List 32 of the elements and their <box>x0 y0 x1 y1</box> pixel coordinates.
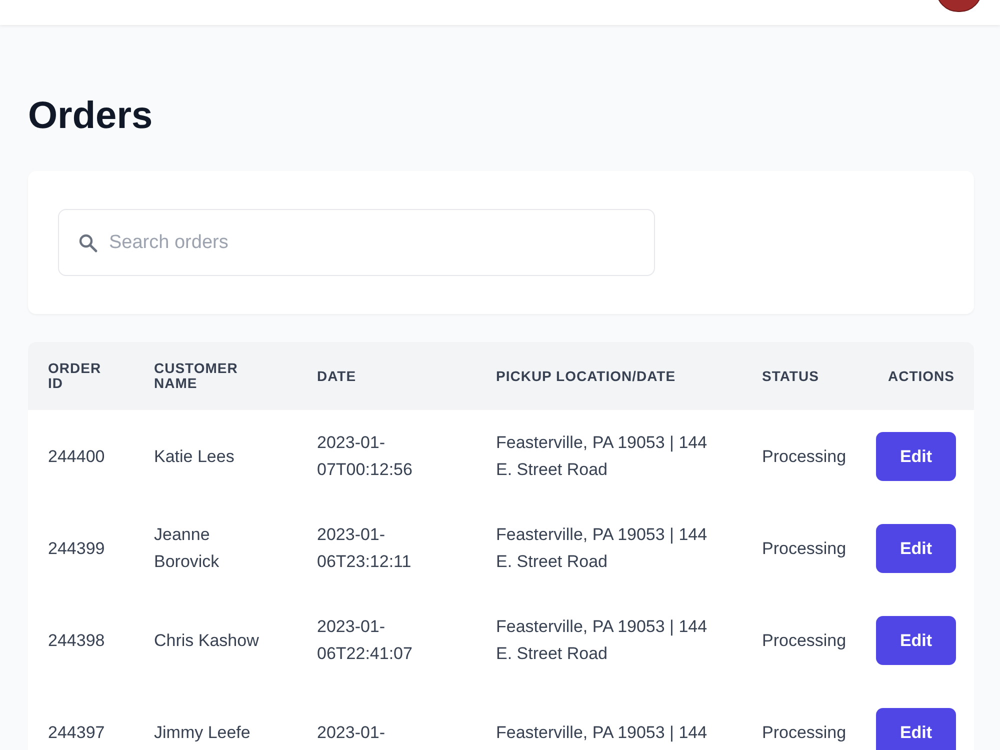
pickup-location-cell-text: Feasterville, PA 19053 | 144 <box>495 722 708 744</box>
column-header: PICKUP LOCATION/DATE <box>476 342 742 410</box>
edit-button[interactable]: Edit <box>876 708 956 750</box>
order-id-cell-text: 244399 <box>47 538 106 560</box>
status-cell-text: Processing <box>761 538 848 560</box>
order-id-cell: 244400 <box>28 410 134 502</box>
pickup-location-cell-text: Feasterville, PA 19053 | 144 E. Street Road <box>495 616 708 665</box>
status-cell-text: Processing <box>761 630 848 652</box>
column-header: DATE <box>297 342 476 410</box>
customer-name-cell-text: Jimmy Leefe <box>153 722 252 744</box>
column-header: CUSTOMER NAME <box>134 342 297 410</box>
column-header: ORDER ID <box>28 342 134 410</box>
column-header: STATUS <box>742 342 868 410</box>
pickup-location-cell-text: Feasterville, PA 19053 | 144 E. Street Road <box>495 524 708 573</box>
customer-name-cell-text: Chris Kashow <box>153 630 260 652</box>
edit-button[interactable]: Edit <box>876 616 956 664</box>
edit-button[interactable]: Edit <box>876 524 956 572</box>
status-cell: Processing <box>742 410 868 502</box>
order-id-cell-text: 244398 <box>47 630 106 652</box>
order-id-cell-text: 244397 <box>47 722 106 744</box>
date-cell-text: 2023-01- <box>316 722 386 744</box>
edit-button[interactable]: Edit <box>876 432 956 480</box>
pickup-location-cell: Feasterville, PA 19053 | 144 E. Street Road <box>476 410 742 502</box>
page-title: Orders <box>28 94 154 139</box>
customer-name-cell-text: Jeanne Borovick <box>153 524 220 573</box>
search-field[interactable]: Search orders <box>58 209 655 276</box>
status-cell-text: Processing <box>761 722 848 744</box>
date-cell-text: 2023-01-06T23:12:11 <box>316 524 412 573</box>
date-cell: 2023-01-07T00:12:56 <box>297 410 476 502</box>
customer-name-cell: Katie Lees <box>134 410 297 502</box>
column-header: ACTIONS <box>868 342 974 410</box>
date-cell-text: 2023-01-06T22:41:07 <box>316 616 414 665</box>
